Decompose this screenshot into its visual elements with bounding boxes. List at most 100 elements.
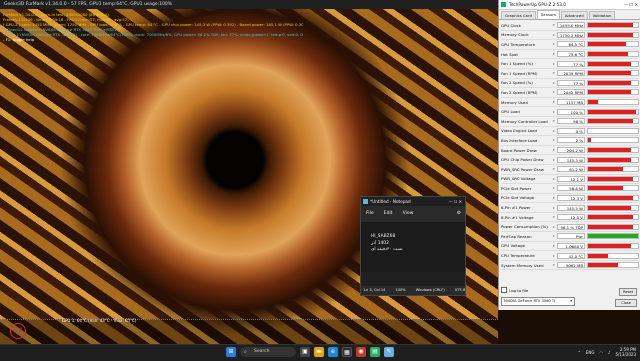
sensor-value: Pwr <box>557 233 585 240</box>
menu-file[interactable]: File <box>366 206 374 222</box>
sensor-row: Video Engine Load ▾ 0 % <box>501 127 639 137</box>
close-button[interactable]: Close <box>615 299 637 307</box>
sensor-value: 98.1 % TDP <box>557 223 585 230</box>
file-explorer-icon[interactable]: ▬ <box>314 347 324 357</box>
menu-view[interactable]: View <box>403 206 414 222</box>
notepad-status-bar: Ln 3, Col 14 100% Windows (CRLF) UTF-8 <box>361 286 465 295</box>
sensor-list: GPU Clock ▾ 1455.0 MHz Memory Clock ▾ 1750.2 … <box>501 21 639 271</box>
sensor-value: 2042 RPM <box>557 89 585 96</box>
store-icon[interactable]: ▦ <box>342 347 352 357</box>
sensor-graph <box>587 204 639 211</box>
gpuz-app-icon <box>501 2 506 7</box>
log-label: Log to file <box>509 287 529 293</box>
sensor-row: Memory Controller Load ▾ 96 % <box>501 117 639 127</box>
sensor-graph <box>587 99 639 106</box>
sensor-graph-fill <box>588 148 631 153</box>
clock[interactable]: 2:59 PM 5/13/2023 <box>615 347 636 357</box>
sensor-row: Memory Used ▾ 1157 MB <box>501 98 639 108</box>
notepad-menu-bar: File Edit View ⚙ <box>361 206 465 222</box>
sensor-value: 77 % <box>557 60 585 67</box>
sensor-row: Power Consumption (%) ▾ 98.1 % TDP <box>501 222 639 233</box>
sensor-graph-fill <box>588 224 633 229</box>
sensor-graph-fill <box>588 167 623 172</box>
gpuz-footer: Log to file Reset NVIDIA GeForce RTX 306… <box>501 286 639 307</box>
sensor-label: System Memory Used <box>501 262 544 268</box>
language-indicator[interactable]: ENG <box>586 350 595 355</box>
sensor-value: 12.0 V <box>557 214 585 221</box>
settings-gear-icon[interactable]: ⚙ <box>457 206 461 222</box>
sensor-graph <box>587 194 639 201</box>
sensor-value: 2 % <box>557 137 585 144</box>
sensor-graph-fill <box>588 263 618 268</box>
sensor-graph-fill <box>588 71 631 76</box>
sensor-label: GPU Clock <box>501 22 522 28</box>
zoom-level: 100% <box>395 288 406 292</box>
sensor-label: 8-Pin #1 Voltage <box>501 214 534 220</box>
tab-advanced[interactable]: Advanced <box>560 11 588 19</box>
menu-edit[interactable]: Edit <box>384 206 393 222</box>
sensor-label: PerfCap Reason <box>501 233 532 239</box>
sensor-label: Power Consumption (%) <box>501 224 548 230</box>
graph-label: GPU 1: 64°C (min: 43°C - max: 65°C) <box>62 318 137 323</box>
notepad-app-icon <box>363 199 368 204</box>
sensor-label: Fan 2 Speed (RPM) <box>501 89 538 95</box>
sensor-graph <box>587 223 639 230</box>
sensor-row: PerfCap Reason ▾ Pwr <box>501 232 639 242</box>
taskbar-search[interactable]: ⌕ Search <box>240 347 296 357</box>
start-icon[interactable]: ⊞ <box>226 347 236 357</box>
furmark-taskbar-icon[interactable]: ◉ <box>356 347 366 357</box>
encoding: UTF-8 <box>454 288 466 292</box>
gpu-select[interactable]: NVIDIA GeForce RTX 3060 Ti <box>501 297 575 306</box>
sensor-row: Fan 2 Speed (RPM) ▾ 2042 RPM <box>501 88 639 98</box>
sensor-value: 1.0680 V <box>557 242 585 249</box>
sensor-graph-fill <box>588 52 628 57</box>
sensor-graph-fill <box>588 23 633 28</box>
tab-sensors[interactable]: Sensors <box>536 10 560 19</box>
tab-validation[interactable]: Validation <box>588 11 616 19</box>
sensor-label: Fan 1 Speed (RPM) <box>501 70 538 76</box>
line-ending: Windows (CRLF) <box>415 288 445 292</box>
sensor-graph-fill <box>588 205 631 210</box>
notepad-taskbar-icon[interactable]: ✎ <box>384 347 394 357</box>
sensor-graph <box>587 233 639 240</box>
task-view-icon[interactable]: ▣ <box>300 347 310 357</box>
gpuz-window[interactable]: TechPowerUp GPU-Z 2.53.0 — ☐ ✕ Graphics … <box>498 0 640 310</box>
checkbox-icon[interactable] <box>501 287 507 293</box>
sensor-value: 12.3 V <box>557 194 585 201</box>
sensor-value: 41.0 °C <box>557 252 585 259</box>
sensor-row: GPU Clock ▾ 1455.0 MHz <box>501 21 639 31</box>
gpuz-taskbar-icon[interactable]: ▤ <box>370 347 380 357</box>
gpuz-title: TechPowerUp GPU-Z 2.53.0 <box>509 2 566 7</box>
sensor-value: 77 % <box>557 79 585 86</box>
sensor-row: System Memory Used ▾ 5062 MB <box>501 261 639 271</box>
sensor-label: 8-Pin #1 Power <box>501 205 531 211</box>
sensor-graph-fill <box>588 253 608 258</box>
notepad-text-area[interactable]: HI_SABZ68 1402 آذر تست ۳۰دقیقه ای <box>361 222 465 272</box>
sensor-graph <box>587 22 639 29</box>
sensor-row: 8-Pin #1 Power ▾ 145.5 W <box>501 203 639 213</box>
reset-button[interactable]: Reset <box>618 288 637 296</box>
cursor-position: Ln 3, Col 14 <box>364 288 386 292</box>
notepad-window[interactable]: *Untitled - Notepad — ☐ ✕ File Edit View… <box>360 196 466 296</box>
sensor-label: Fan 1 Speed (%) <box>501 61 533 67</box>
sensor-label: GPU Temperature <box>501 41 536 47</box>
notepad-title-bar: *Untitled - Notepad — ☐ ✕ <box>361 197 465 206</box>
sensor-graph <box>587 137 639 144</box>
sensor-graph-fill <box>588 32 633 37</box>
window-controls[interactable]: — ☐ ✕ <box>624 0 638 9</box>
volume-icon[interactable]: ♪ <box>608 350 611 355</box>
taskbar: ⊞ ⌕ Search ▣ ▬ e ▦ ◉ ▤ ✎ ⌃ ENG ◠ ♪ 2:59 … <box>0 344 640 361</box>
sensor-graph <box>587 166 639 173</box>
sensor-graph <box>587 175 639 182</box>
sensor-value: 1157 MB <box>557 99 585 106</box>
chevron-up-icon[interactable]: ⌃ <box>577 350 580 355</box>
sensor-graph-fill <box>588 215 633 220</box>
sensor-row: Bus Interface Load ▾ 2 % <box>501 136 639 146</box>
edge-icon[interactable]: e <box>328 347 338 357</box>
sensor-value: 145.3 W <box>557 156 585 163</box>
window-controls[interactable]: — ☐ ✕ <box>449 197 462 206</box>
gpuz-title-bar: TechPowerUp GPU-Z 2.53.0 — ☐ ✕ <box>499 0 640 10</box>
sensor-row: GPU Chip Power Draw ▾ 145.3 W <box>501 155 639 165</box>
network-icon[interactable]: ◠ <box>599 350 603 355</box>
tab-graphics-card[interactable]: Graphics Card <box>501 11 536 19</box>
